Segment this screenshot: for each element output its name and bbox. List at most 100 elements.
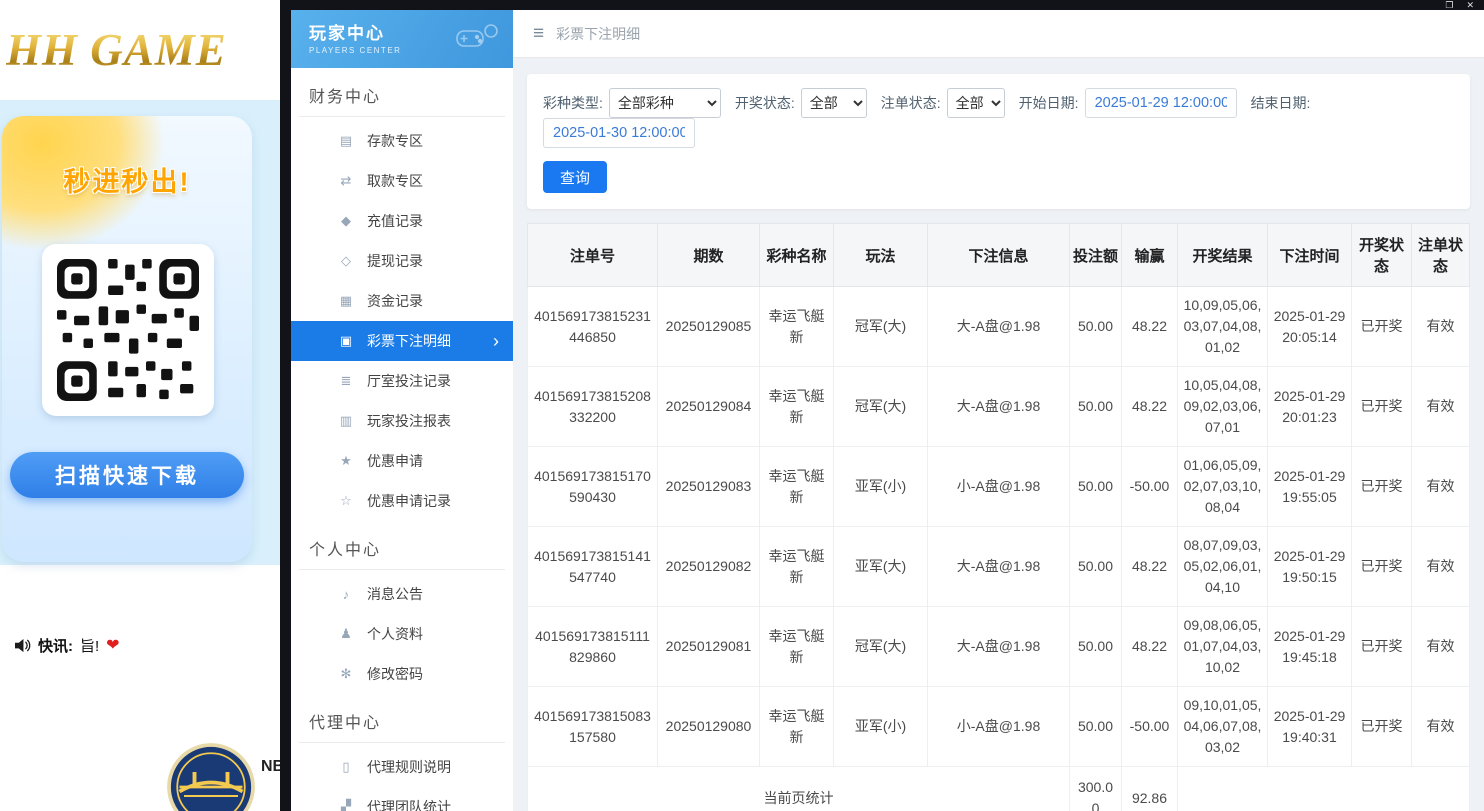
team-logo-icon	[166, 742, 256, 811]
page-title: 彩票下注明细	[556, 24, 640, 44]
sidebar-item-label: 个人资料	[367, 624, 423, 644]
cell-period: 20250129082	[658, 527, 760, 607]
restore-window-icon[interactable]: ❐	[1445, 1, 1453, 10]
cell-bet-amount: 50.00	[1070, 287, 1122, 367]
sidebar-item-agent-rules[interactable]: ▯代理规则说明	[291, 747, 513, 787]
cell-bet-no: 401569173815083157580	[528, 687, 658, 767]
hall-bet-record-icon: ≣	[337, 373, 355, 389]
cell-win-loss: -50.00	[1122, 447, 1178, 527]
lottery-bet-detail-icon: ▣	[337, 333, 355, 349]
summary-bet-amount: 300.00	[1070, 767, 1122, 811]
sidebar-item-player-bet-report[interactable]: ▥ 玩家投注报表	[291, 401, 513, 441]
table-row: 40156917381523144685020250129085幸运飞艇新冠军(…	[528, 287, 1470, 367]
news-ticker: 快讯: 旨! ❤	[0, 630, 280, 660]
ticker-text: 旨!	[80, 635, 99, 656]
cell-bet-amount: 50.00	[1070, 447, 1122, 527]
summary-win-loss: 92.86	[1122, 767, 1178, 811]
gear-icon: ✻	[337, 666, 355, 682]
user-icon: ♟	[337, 626, 355, 642]
start-date-input[interactable]	[1085, 88, 1237, 118]
nba-news-item: NB	[166, 742, 280, 811]
sidebar-item-label: 代理团队统计	[367, 797, 451, 811]
background-page: HH GAME 秒进秒出!	[0, 0, 280, 811]
sidebar-item-withdraw-zone[interactable]: ⇄ 取款专区	[291, 161, 513, 201]
draw-status-label: 开奖状态:	[735, 93, 795, 113]
start-date-label: 开始日期:	[1019, 93, 1079, 113]
sidebar-item-label: 消息公告	[367, 584, 423, 604]
bet-status-select[interactable]: 全部	[947, 88, 1005, 118]
cell-win-loss: 48.22	[1122, 527, 1178, 607]
summary-label: 当前页统计	[528, 767, 1070, 811]
col-draw-status: 开奖状态	[1352, 224, 1412, 287]
cell-lottery-name: 幸运飞艇新	[760, 447, 834, 527]
col-period: 期数	[658, 224, 760, 287]
sidebar-item-change-password[interactable]: ✻ 修改密码	[291, 654, 513, 694]
sidebar-nav: 财务中心▤存款专区⇄取款专区◆充值记录◇提现记录▦资金记录▣彩票下注明细›≣厅室…	[291, 68, 513, 811]
sidebar-section-heading: 个人中心	[299, 521, 505, 570]
sidebar-item-announcements[interactable]: ♪ 消息公告	[291, 574, 513, 614]
summary-empty	[1178, 767, 1470, 811]
cell-play-type: 冠军(大)	[834, 367, 928, 447]
cell-play-type: 亚军(小)	[834, 687, 928, 767]
cell-win-loss: 48.22	[1122, 607, 1178, 687]
sidebar-section-heading: 代理中心	[299, 694, 505, 743]
sidebar-item-profile[interactable]: ♟ 个人资料	[291, 614, 513, 654]
player-bet-report-icon: ▥	[337, 413, 355, 429]
download-button[interactable]: 扫描快速下载	[10, 452, 244, 498]
cell-bet-info: 大-A盘@1.98	[928, 527, 1070, 607]
sidebar-item-label: 优惠申请记录	[367, 491, 451, 511]
cell-play-type: 亚军(大)	[834, 527, 928, 607]
content-area: 彩种类型: 全部彩种 开奖状态: 全部 注单状态: 全部 开始日期:	[513, 58, 1484, 811]
sidebar-item-agent-team-stats[interactable]: ▞代理团队统计	[291, 787, 513, 811]
cell-play-type: 冠军(大)	[834, 607, 928, 687]
sidebar-item-label: 充值记录	[367, 211, 423, 231]
sidebar: 玩家中心 PLAYERS CENTER 财务中心▤存款专区⇄取款专区◆充值记录◇…	[291, 10, 513, 811]
close-window-icon[interactable]: ✕	[1466, 1, 1474, 10]
sidebar-item-lottery-bet-details[interactable]: ▣彩票下注明细›	[291, 321, 513, 361]
filter-row: 彩种类型: 全部彩种 开奖状态: 全部 注单状态: 全部 开始日期:	[543, 88, 1454, 148]
sidebar-item-hall-bet-records[interactable]: ≣厅室投注记录	[291, 361, 513, 401]
sidebar-item-promo-apply[interactable]: ★优惠申请	[291, 441, 513, 481]
sidebar-item-recharge-records[interactable]: ◆充值记录	[291, 201, 513, 241]
ticker-label: 快讯:	[38, 635, 73, 656]
heart-icon: ❤	[106, 635, 119, 655]
site-header: HH GAME	[0, 0, 280, 100]
cell-bet-info: 小-A盘@1.98	[928, 687, 1070, 767]
query-button[interactable]: 查询	[543, 161, 607, 193]
cell-draw-result: 01,06,05,09,02,07,03,10,08,04	[1178, 447, 1268, 527]
cell-bet-no: 401569173815170590430	[528, 447, 658, 527]
cell-period: 20250129085	[658, 287, 760, 367]
hamburger-icon[interactable]: ≡	[533, 23, 544, 45]
col-bet-status: 注单状态	[1412, 224, 1470, 287]
sidebar-item-label: 玩家投注报表	[367, 411, 451, 431]
cell-draw-result: 08,07,09,03,05,02,06,01,04,10	[1178, 527, 1268, 607]
cell-bet-no: 401569173815141547740	[528, 527, 658, 607]
cell-bet-time: 2025-01-29 20:01:23	[1268, 367, 1352, 447]
bell-icon: ♪	[337, 587, 355, 602]
players-center-window: 玩家中心 PLAYERS CENTER 财务中心▤存款专区⇄取款专区◆充值记录◇…	[291, 10, 1484, 811]
lottery-type-select[interactable]: 全部彩种	[609, 88, 721, 118]
sidebar-item-funds-records[interactable]: ▦资金记录	[291, 281, 513, 321]
sidebar-item-label: 存款专区	[367, 131, 423, 151]
cell-bet-time: 2025-01-29 19:45:18	[1268, 607, 1352, 687]
site-logo: HH GAME	[6, 24, 227, 76]
gamepad-icon	[455, 23, 501, 49]
draw-status-select[interactable]: 全部	[801, 88, 867, 118]
cell-period: 20250129080	[658, 687, 760, 767]
withdraw-icon: ⇄	[337, 173, 355, 189]
sidebar-item-promo-apply-records[interactable]: ☆ 优惠申请记录	[291, 481, 513, 521]
sidebar-item-label: 修改密码	[367, 664, 423, 684]
cell-bet-info: 大-A盘@1.98	[928, 607, 1070, 687]
sidebar-item-withdrawal-records[interactable]: ◇提现记录	[291, 241, 513, 281]
cell-draw-result: 09,08,06,05,01,07,04,03,10,02	[1178, 607, 1268, 687]
lottery-type-label: 彩种类型:	[543, 93, 603, 113]
sidebar-item-label: 取款专区	[367, 171, 423, 191]
col-bet-info: 下注信息	[928, 224, 1070, 287]
cell-bet-no: 401569173815111829860	[528, 607, 658, 687]
cell-lottery-name: 幸运飞艇新	[760, 367, 834, 447]
promo-apply-record-icon: ☆	[337, 493, 355, 509]
end-date-input[interactable]	[543, 118, 695, 148]
cell-draw-result: 10,05,04,08,09,02,03,06,07,01	[1178, 367, 1268, 447]
cell-bet-info: 小-A盘@1.98	[928, 447, 1070, 527]
sidebar-item-deposit-zone[interactable]: ▤存款专区	[291, 121, 513, 161]
